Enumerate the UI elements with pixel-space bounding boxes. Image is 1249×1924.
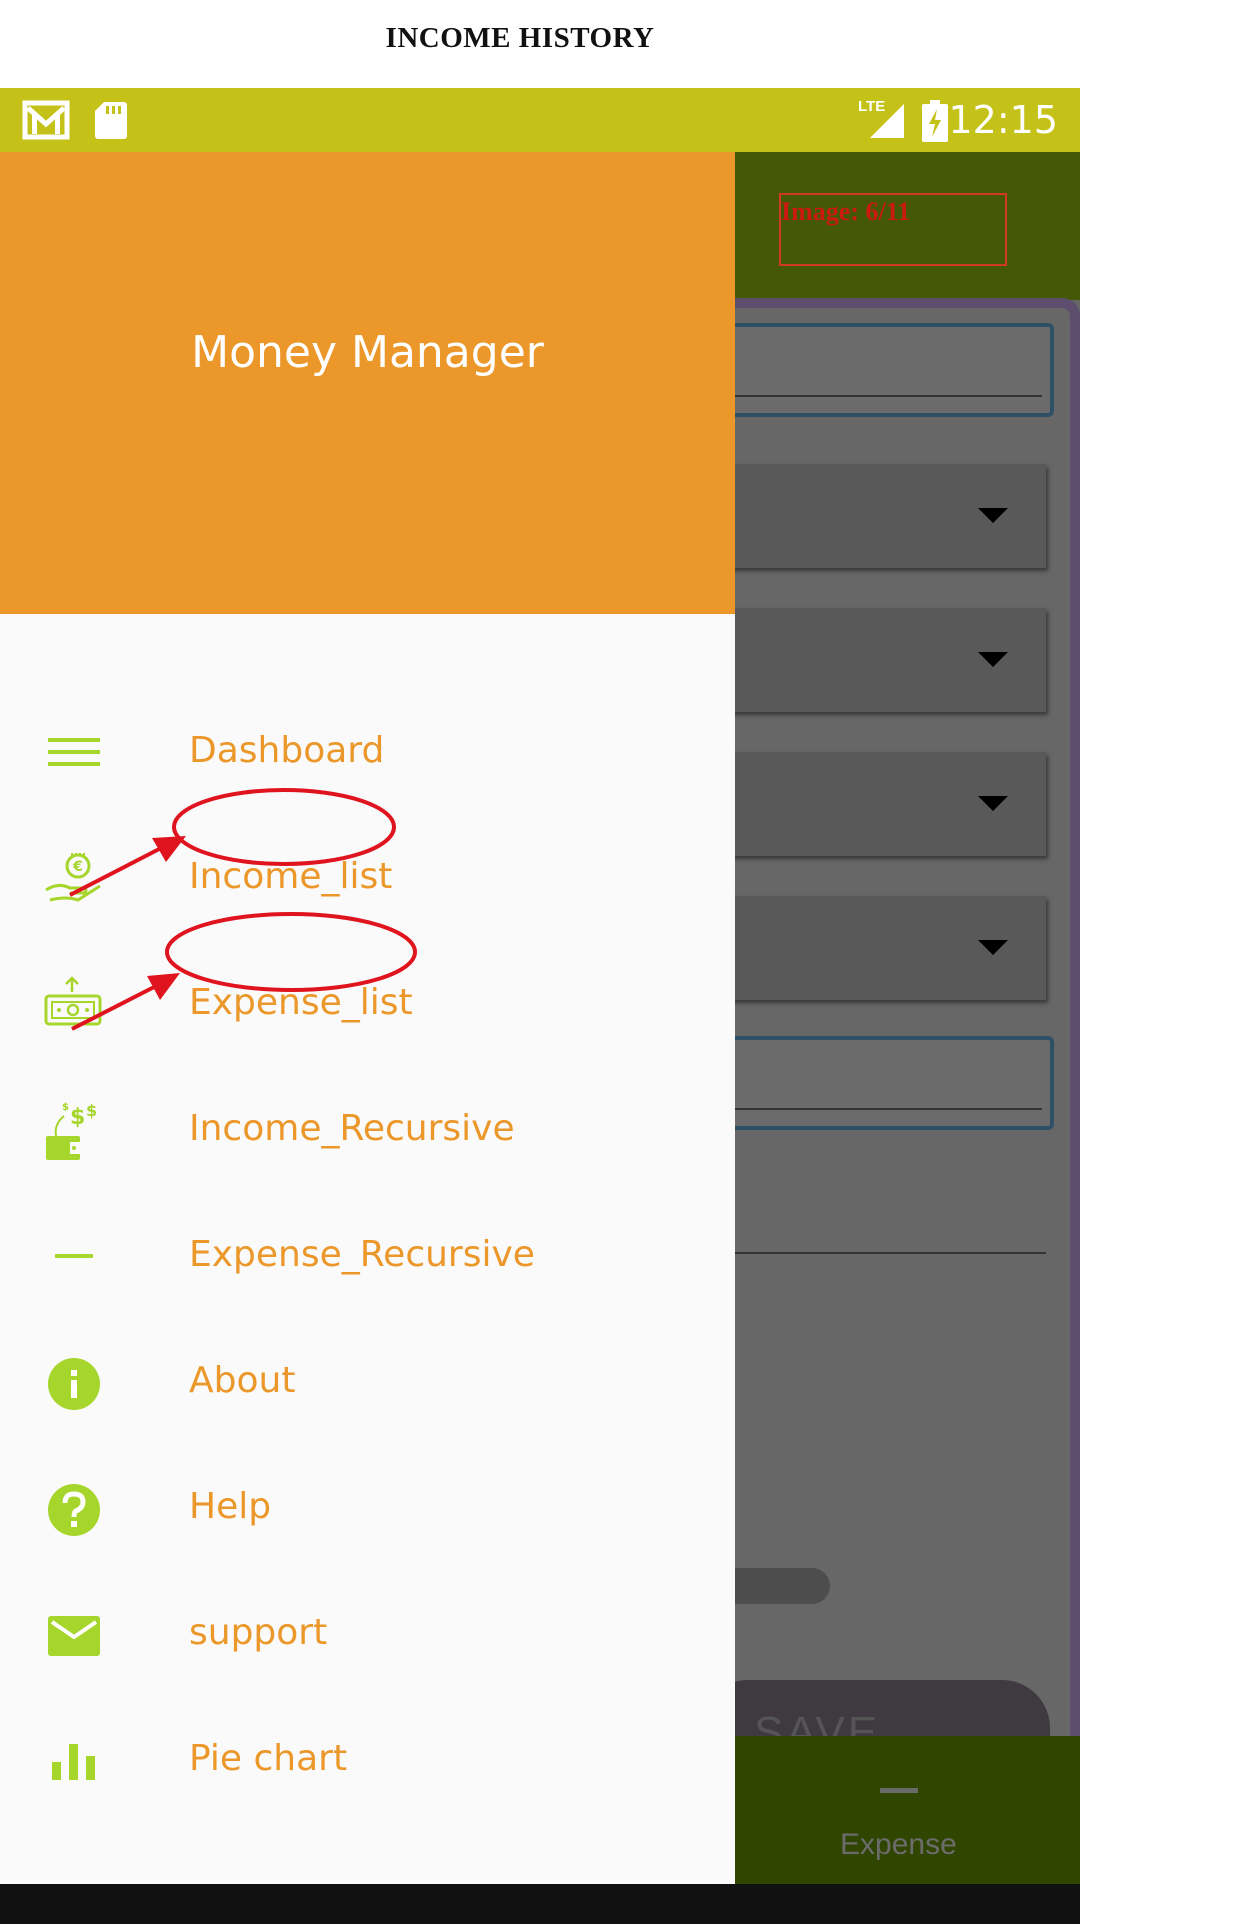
drawer-header: Money Manager [0,152,735,614]
menu-item-dashboard[interactable]: Dashboard [0,702,735,802]
sd-card-icon [95,102,127,139]
help-icon [48,1484,100,1536]
menu-label-help: Help [189,1486,272,1527]
status-bar: LTE 12:15 [0,88,1080,152]
menu-label-support: support [189,1612,328,1653]
dropdown-arrow-icon [978,940,1008,955]
app-title: Money Manager [191,327,544,378]
battery-charging-icon [922,100,948,142]
menu-label-dashboard: Dashboard [189,730,385,771]
minus-icon [55,1254,93,1258]
svg-text:$: $ [62,1102,69,1113]
menu-label-about: About [189,1360,296,1401]
wallet-dollar-icon: $ $ $ [46,1102,97,1160]
mail-icon [48,1616,100,1656]
menu-item-about[interactable]: About [0,1332,735,1432]
menu-item-pie-chart[interactable]: Pie chart [0,1710,735,1810]
info-icon [48,1358,100,1410]
image-counter-overlay: Image: 6/11 [779,193,1007,266]
menu-label-income-list: Income_list [189,856,393,897]
svg-text:€: € [72,859,83,875]
phone-screen: Image: 6/11 SAVE Expense LTE 12:15 Money… [0,88,1080,1924]
signal-icon [870,104,904,138]
bottom-nav-expense[interactable]: Expense [840,1828,957,1862]
menu-label-pie-chart: Pie chart [189,1738,348,1779]
menu-label-expense-list: Expense_list [189,982,413,1023]
minus-icon [880,1788,918,1793]
menu-item-support[interactable]: support [0,1584,735,1684]
dropdown-arrow-icon [978,796,1008,811]
dropdown-arrow-icon [978,508,1008,523]
cash-out-icon [44,976,102,1026]
menu-item-income-list[interactable]: € Income_list [0,828,735,928]
amount-field[interactable] [680,323,1054,417]
bar-chart-icon [52,1744,95,1780]
note-field[interactable] [680,1036,1054,1130]
menu-lines-icon [48,738,100,766]
system-navigation-bar [0,1884,1080,1924]
menu-item-income-recursive[interactable]: $ $ $ Income_Recursive [0,1080,735,1180]
menu-label-expense-recursive: Expense_Recursive [189,1234,535,1275]
date-field-underline[interactable] [690,1252,1046,1254]
svg-text:$: $ [86,1102,97,1120]
navigation-drawer: Money Manager Dashboard € Income_list Ex… [0,152,735,1884]
menu-item-expense-recursive[interactable]: Expense_Recursive [0,1206,735,1306]
menu-item-expense-list[interactable]: Expense_list [0,954,735,1054]
svg-text:$: $ [70,1105,85,1130]
clock: 12:15 [948,98,1058,142]
menu-item-help[interactable]: Help [0,1458,735,1558]
document-title: INCOME HISTORY [385,22,655,54]
dropdown-arrow-icon [978,652,1008,667]
menu-label-income-recursive: Income_Recursive [189,1108,515,1149]
hand-money-icon: € [45,853,101,902]
gmail-icon [22,100,70,140]
